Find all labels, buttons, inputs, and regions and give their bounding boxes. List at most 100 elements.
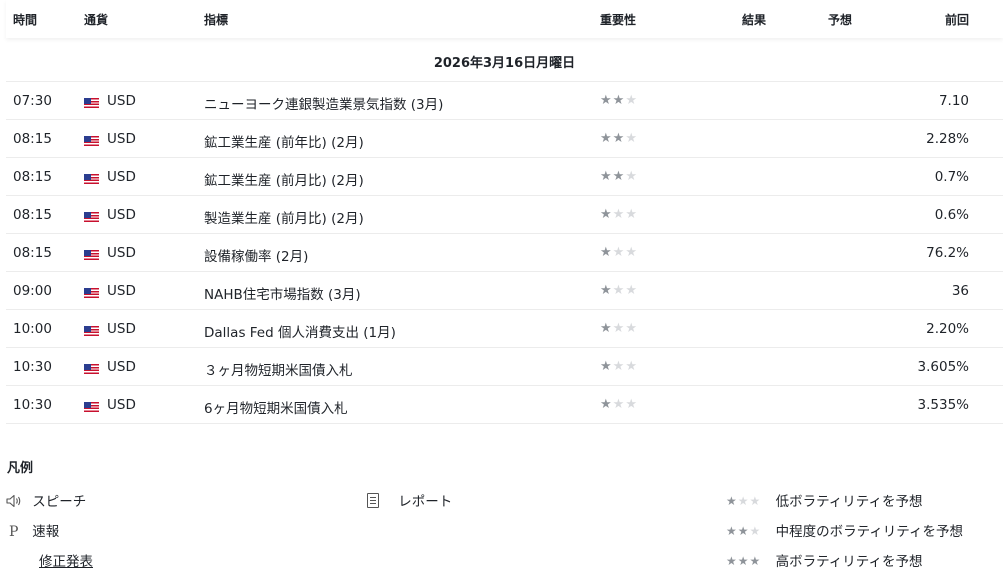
- importance-star-icon: ★: [612, 283, 626, 298]
- header-previous: 前回: [944, 13, 969, 27]
- legend-revised-label: 修正発表: [39, 554, 93, 570]
- legend-low-label: 低ボラティリティを予想: [775, 494, 923, 510]
- event-previous: 2.20%: [926, 321, 969, 337]
- preliminary-p-icon: P: [9, 524, 19, 540]
- header-time: 時間: [13, 13, 38, 27]
- low-volatility-stars: ★★★: [726, 494, 762, 508]
- date-group-header: 2026年3月16日月曜日: [6, 38, 1003, 82]
- importance-stars: ★★★: [600, 284, 638, 297]
- date-label: 2026年3月16日月曜日: [433, 56, 576, 71]
- event-previous: 76.2%: [926, 245, 969, 261]
- table-header: 時間 通貨 指標 重要性 結果 予想 前回: [6, 0, 1003, 38]
- medium-volatility-stars: ★★★: [726, 524, 762, 538]
- event-indicator[interactable]: 製造業生産 (前月比) (2月): [204, 207, 364, 227]
- event-currency: USD: [107, 245, 136, 261]
- importance-star-icon: ★: [612, 207, 626, 222]
- table-row[interactable]: 10:00 USD Dallas Fed 個人消費支出 (1月) ★★★ 2.2…: [6, 310, 1003, 348]
- legend-preliminary-label: 速報: [32, 524, 60, 540]
- importance-star-icon: ★: [625, 245, 638, 260]
- importance-star-icon: ★: [612, 245, 626, 260]
- table-row[interactable]: 08:15 USD 鉱工業生産 (前月比) (2月) ★★★ 0.7%: [6, 158, 1003, 196]
- table-row[interactable]: 08:15 USD 設備稼働率 (2月) ★★★ 76.2%: [6, 234, 1003, 272]
- event-previous: 0.7%: [934, 169, 969, 185]
- importance-star-icon: ★: [612, 131, 626, 146]
- importance-star-icon: ★: [612, 93, 626, 108]
- event-previous: 3.605%: [917, 359, 969, 375]
- event-indicator[interactable]: 設備稼働率 (2月): [204, 245, 308, 265]
- importance-star-icon: ★: [600, 321, 613, 336]
- legend-medium-label: 中程度のボラティリティを予想: [775, 524, 963, 540]
- importance-star-icon: ★: [612, 321, 626, 336]
- event-rows: 07:30 USD ニューヨーク連銀製造業景気指数 (3月) ★★★ 7.10 …: [6, 82, 1003, 424]
- event-indicator[interactable]: 鉱工業生産 (前年比) (2月): [204, 131, 364, 151]
- table-row[interactable]: 07:30 USD ニューヨーク連銀製造業景気指数 (3月) ★★★ 7.10: [6, 82, 1003, 120]
- event-time: 08:15: [13, 131, 52, 147]
- importance-star-icon: ★: [612, 169, 626, 184]
- event-indicator[interactable]: NAHB住宅市場指数 (3月): [204, 283, 361, 303]
- importance-star-icon: ★: [600, 207, 613, 222]
- event-indicator[interactable]: ニューヨーク連銀製造業景気指数 (3月): [204, 93, 443, 113]
- importance-stars: ★★★: [600, 322, 638, 335]
- importance-star-icon: ★: [625, 321, 638, 336]
- importance-star-icon: ★: [625, 169, 638, 184]
- header-currency: 通貨: [84, 13, 109, 27]
- us-flag-icon: [84, 286, 99, 302]
- event-time: 10:00: [13, 321, 52, 337]
- table-row[interactable]: 10:30 USD ３ヶ月物短期米国債入札 ★★★ 3.605%: [6, 348, 1003, 386]
- event-time: 07:30: [13, 93, 52, 109]
- event-time: 10:30: [13, 397, 52, 413]
- event-time: 08:15: [13, 245, 52, 261]
- importance-stars: ★★★: [600, 94, 638, 107]
- us-flag-icon: [84, 324, 99, 340]
- importance-star-icon: ★: [612, 359, 626, 374]
- economic-calendar-table: 時間 通貨 指標 重要性 結果 予想 前回 2026年3月16日月曜日 07:3…: [6, 0, 1003, 424]
- event-currency: USD: [107, 283, 136, 299]
- legend-report-label: レポート: [398, 494, 453, 510]
- us-flag-icon: [84, 362, 99, 378]
- legend-report: レポート: [367, 490, 452, 510]
- table-row[interactable]: 09:00 USD NAHB住宅市場指数 (3月) ★★★ 36: [6, 272, 1003, 310]
- importance-star-icon: ★: [600, 245, 613, 260]
- event-currency: USD: [107, 321, 136, 337]
- importance-star-icon: ★: [600, 283, 613, 298]
- event-indicator[interactable]: 6ヶ月物短期米国債入札: [204, 397, 348, 417]
- event-previous: 7.10: [938, 93, 969, 109]
- event-currency: USD: [107, 397, 136, 413]
- legend-medium-volatility: ★★★ 中程度のボラティリティを予想: [726, 520, 963, 540]
- event-indicator[interactable]: ３ヶ月物短期米国債入札: [204, 359, 353, 379]
- table-row[interactable]: 08:15 USD 鉱工業生産 (前年比) (2月) ★★★ 2.28%: [6, 120, 1003, 158]
- importance-stars: ★★★: [600, 208, 638, 221]
- legend-speech-label: スピーチ: [32, 494, 87, 510]
- importance-star-icon: ★: [600, 93, 613, 108]
- us-flag-icon: [84, 96, 99, 112]
- table-row[interactable]: 10:30 USD 6ヶ月物短期米国債入札 ★★★ 3.535%: [6, 386, 1003, 424]
- importance-stars: ★★★: [600, 398, 638, 411]
- us-flag-icon: [84, 400, 99, 416]
- legend-title: 凡例: [7, 461, 34, 476]
- importance-stars: ★★★: [600, 170, 638, 183]
- header-forecast: 予想: [828, 13, 853, 27]
- document-icon: [367, 493, 379, 508]
- event-previous: 0.6%: [934, 207, 969, 223]
- importance-star-icon: ★: [600, 169, 613, 184]
- legend-low-volatility: ★★★ 低ボラティリティを予想: [726, 490, 922, 510]
- importance-star-icon: ★: [625, 397, 638, 412]
- legend-high-volatility: ★★★ 高ボラティリティを予想: [726, 550, 922, 570]
- speaker-icon: [6, 494, 28, 510]
- us-flag-icon: [84, 210, 99, 226]
- header-indicator: 指標: [204, 13, 229, 27]
- event-time: 09:00: [13, 283, 52, 299]
- importance-star-icon: ★: [600, 131, 613, 146]
- legend-speech: スピーチ: [6, 490, 86, 510]
- event-previous: 36: [951, 283, 969, 299]
- importance-star-icon: ★: [625, 359, 638, 374]
- event-currency: USD: [107, 131, 136, 147]
- event-indicator[interactable]: Dallas Fed 個人消費支出 (1月): [204, 321, 396, 341]
- event-time: 10:30: [13, 359, 52, 375]
- importance-stars: ★★★: [600, 360, 638, 373]
- event-time: 08:15: [13, 207, 52, 223]
- event-previous: 3.535%: [917, 397, 969, 413]
- table-row[interactable]: 08:15 USD 製造業生産 (前月比) (2月) ★★★ 0.6%: [6, 196, 1003, 234]
- importance-star-icon: ★: [625, 93, 638, 108]
- event-indicator[interactable]: 鉱工業生産 (前月比) (2月): [204, 169, 364, 189]
